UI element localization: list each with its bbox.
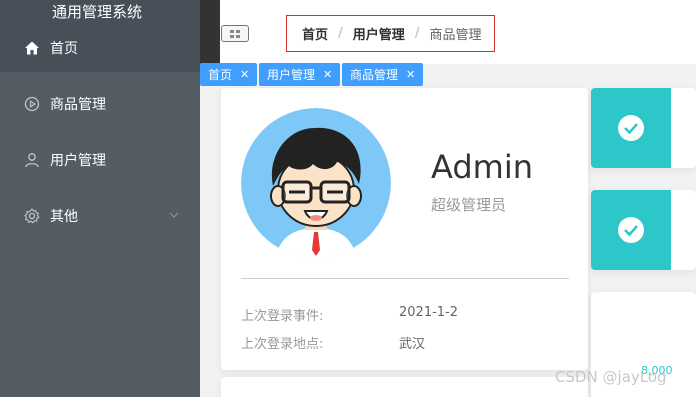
close-icon[interactable]: ✕ bbox=[240, 68, 249, 81]
tag-home[interactable]: 首页 ✕ bbox=[200, 63, 258, 86]
check-circle-icon bbox=[618, 217, 644, 243]
close-icon[interactable]: ✕ bbox=[406, 68, 415, 81]
sidebar-item-users[interactable]: 用户管理 bbox=[0, 132, 200, 188]
sidebar-item-home[interactable]: 首页 bbox=[0, 20, 200, 76]
stat-card bbox=[591, 190, 696, 270]
tags-bar: 首页 ✕ 用户管理 ✕ 商品管理 ✕ bbox=[200, 63, 696, 87]
breadcrumb-separator: / bbox=[414, 26, 420, 41]
sidebar-item-label: 用户管理 bbox=[50, 153, 106, 169]
tag-label: 商品管理 bbox=[350, 68, 399, 82]
breadcrumb-separator: / bbox=[338, 26, 343, 41]
sidebar-item-other[interactable]: 其他 bbox=[0, 188, 200, 244]
breadcrumb: 首页 / 用户管理 / 商品管理 bbox=[286, 15, 495, 52]
tag-label: 首页 bbox=[208, 68, 233, 82]
table-card bbox=[221, 377, 588, 397]
user-role: 超级管理员 bbox=[431, 196, 507, 214]
check-circle-icon bbox=[618, 115, 644, 141]
stat-icon-box bbox=[591, 190, 671, 270]
header-divider bbox=[200, 0, 220, 64]
collapse-menu-button[interactable] bbox=[221, 25, 249, 42]
sidebar-item-label: 商品管理 bbox=[50, 97, 106, 113]
last-login-time-value: 2021-1-2 bbox=[399, 305, 459, 320]
last-login-place-label: 上次登录地点: bbox=[241, 337, 324, 352]
gear-icon bbox=[24, 208, 40, 224]
last-login-place-value: 武汉 bbox=[399, 337, 426, 352]
sidebar: 通用管理系统 首页 商品管理 用户管理 其他 bbox=[0, 0, 220, 397]
user-card: Admin 超级管理员 上次登录事件: 2021-1-2 上次登录地点: 武汉 bbox=[221, 88, 588, 370]
sidebar-item-goods[interactable]: 商品管理 bbox=[0, 76, 200, 132]
home-icon bbox=[24, 40, 40, 56]
breadcrumb-home[interactable]: 首页 bbox=[302, 24, 328, 43]
breadcrumb-goods: 商品管理 bbox=[429, 28, 482, 43]
last-login-time-label: 上次登录事件: bbox=[241, 309, 324, 324]
sidebar-item-label: 首页 bbox=[50, 41, 78, 57]
divider bbox=[241, 278, 569, 279]
play-circle-icon bbox=[24, 96, 40, 112]
last-login-time-row: 上次登录事件: 2021-1-2 bbox=[241, 305, 458, 324]
stat-icon-box bbox=[591, 88, 671, 168]
tag-users[interactable]: 用户管理 ✕ bbox=[259, 63, 341, 86]
sidebar-item-label: 其他 bbox=[50, 209, 78, 225]
avatar bbox=[241, 108, 391, 258]
tag-label: 用户管理 bbox=[267, 68, 316, 82]
last-login-place-row: 上次登录地点: 武汉 bbox=[241, 333, 425, 352]
chevron-down-icon bbox=[168, 209, 180, 225]
tag-goods[interactable]: 商品管理 ✕ bbox=[342, 63, 424, 86]
stat-card bbox=[591, 88, 696, 168]
app-title: 通用管理系统 bbox=[52, 3, 143, 21]
user-name: Admin bbox=[431, 148, 533, 186]
breadcrumb-users[interactable]: 用户管理 bbox=[353, 24, 405, 43]
watermark: CSDN @jayLog bbox=[555, 368, 667, 386]
user-icon bbox=[24, 152, 40, 168]
grid-icon bbox=[230, 29, 240, 38]
close-icon[interactable]: ✕ bbox=[323, 68, 332, 81]
